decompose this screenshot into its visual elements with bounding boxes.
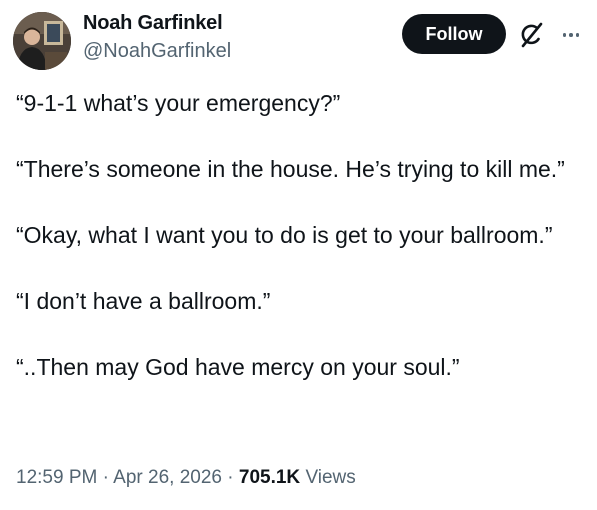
more-options-icon[interactable] <box>556 20 586 50</box>
tweet-paragraph: “..Then may God have mercy on your soul.… <box>16 354 460 380</box>
tweet: Noah Garfinkel @NoahGarfinkel Follow “9-… <box>0 0 597 510</box>
tweet-meta: 12:59 PM · Apr 26, 2026 · 705.1K Views <box>16 467 356 489</box>
tweet-date[interactable]: Apr 26, 2026 <box>113 467 222 488</box>
tweet-text: “9-1-1 what’s your emergency?” “There’s … <box>16 88 576 418</box>
separator: · <box>227 467 234 488</box>
tweet-paragraph: “Okay, what I want you to do is get to y… <box>16 222 553 248</box>
author-handle[interactable]: @NoahGarfinkel <box>83 40 231 63</box>
follow-button[interactable]: Follow <box>402 14 506 54</box>
author-name[interactable]: Noah Garfinkel <box>83 12 223 35</box>
separator: · <box>102 467 109 488</box>
tweet-paragraph: “I don’t have a ballroom.” <box>16 288 271 314</box>
avatar[interactable] <box>13 12 71 70</box>
tweet-paragraph: “9-1-1 what’s your emergency?” <box>16 90 341 116</box>
tweet-time[interactable]: 12:59 PM <box>16 467 97 488</box>
grok-icon[interactable] <box>516 20 546 50</box>
tweet-paragraph: “There’s someone in the house. He’s tryi… <box>16 156 565 182</box>
views-label: Views <box>305 467 356 488</box>
views-count: 705.1K <box>238 467 301 488</box>
